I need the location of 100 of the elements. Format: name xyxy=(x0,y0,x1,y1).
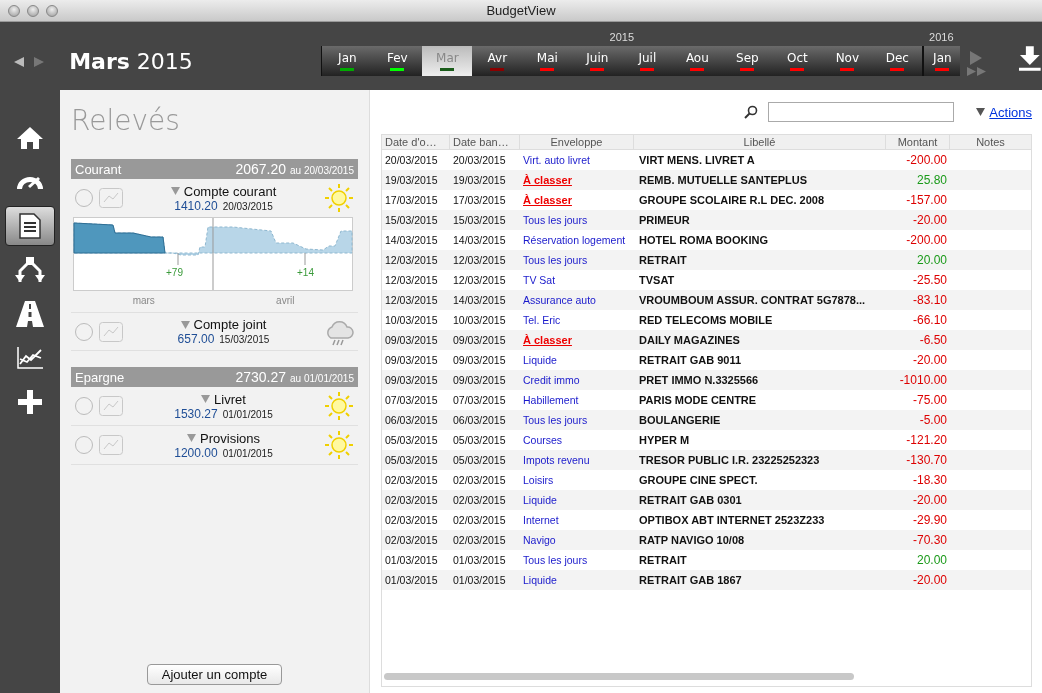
envelope-link[interactable]: Impots revenu xyxy=(523,454,590,466)
sidebar-item[interactable] xyxy=(5,206,55,246)
next-icon[interactable] xyxy=(33,56,45,68)
envelope-link[interactable]: Internet xyxy=(523,514,559,526)
expand-triangle-icon[interactable] xyxy=(201,395,211,403)
table-cell-text: RETRAIT GAB 0301 xyxy=(638,494,743,506)
line-chart-icon xyxy=(17,347,43,369)
envelope-link[interactable]: À classer xyxy=(523,334,572,346)
account-balance: 1410.20 xyxy=(174,198,218,213)
table-cell-text: 02/03/2015 xyxy=(384,494,439,506)
table-cell-text: 02/03/2015 xyxy=(384,514,439,526)
envelope-link[interactable]: Credit immo xyxy=(523,374,580,386)
envelope-link[interactable]: Liquide xyxy=(523,494,557,506)
add-account-button[interactable]: Ajouter un compte xyxy=(146,664,283,685)
envelope-link[interactable]: TV Sat xyxy=(523,274,556,286)
column-header[interactable]: Date ban… xyxy=(450,135,520,149)
table-cell-text: 12/03/2015 xyxy=(384,254,439,266)
month-tab[interactable]: Mai xyxy=(522,46,573,76)
envelope-link[interactable]: À classer xyxy=(523,194,572,206)
road-icon xyxy=(16,301,44,327)
expand-triangle-icon[interactable] xyxy=(170,187,180,195)
graph-toggle-icon[interactable] xyxy=(99,188,123,208)
column-header[interactable]: Enveloppe xyxy=(520,135,634,149)
month-tab[interactable]: Juil xyxy=(622,46,673,76)
column-header[interactable]: Notes xyxy=(950,135,1031,149)
envelope-link[interactable]: Tous les jours xyxy=(523,214,588,226)
account-date: 01/01/2015 xyxy=(222,447,273,459)
expand-triangle-icon[interactable] xyxy=(187,434,196,442)
document-icon xyxy=(19,213,41,239)
amount-cell-text: -5.00 xyxy=(918,413,948,427)
search-field[interactable] xyxy=(768,102,955,122)
envelope-link[interactable]: Courses xyxy=(523,434,563,446)
envelope-link[interactable]: Liquide xyxy=(523,354,557,366)
amount-cell-text: -200.00 xyxy=(905,153,948,167)
scrollbar-thumb[interactable] xyxy=(384,673,854,680)
month-tab[interactable]: Oct xyxy=(772,46,823,76)
table-cell-text: PRIMEUR xyxy=(638,214,691,226)
amount-cell-text: -20.00 xyxy=(911,493,948,507)
month-tab[interactable]: Sep xyxy=(722,46,773,76)
month-tab[interactable]: Dec xyxy=(872,46,923,76)
table-cell-text: OPTIBOX ABT INTERNET 2523Z233 xyxy=(638,514,826,526)
month-tab[interactable]: Avr xyxy=(472,46,523,76)
envelope-link[interactable]: Réservation logement xyxy=(523,234,626,246)
minimize-button[interactable] xyxy=(27,4,39,17)
envelope-link[interactable]: Tous les jours xyxy=(523,554,588,566)
table-cell-text: VROUMBOUM ASSUR. CONTRAT 5G7878... xyxy=(638,294,867,306)
graph-toggle-icon[interactable] xyxy=(99,435,123,455)
previous-icon[interactable] xyxy=(13,56,25,68)
search-icon xyxy=(744,105,759,119)
split-arrows-icon xyxy=(15,257,45,283)
account-balance: 1530.27 xyxy=(174,406,218,421)
expand-triangle-icon[interactable] xyxy=(180,320,190,329)
fast-forward-icon[interactable] xyxy=(966,67,989,76)
actions-link[interactable]: Actions xyxy=(989,104,1032,120)
amount-cell-text: -29.90 xyxy=(911,513,948,527)
month-tab[interactable]: Fev xyxy=(372,46,423,76)
envelope-link[interactable]: À classer xyxy=(523,174,572,186)
graph-marker: +14 xyxy=(297,267,314,278)
amount-cell-text: -25.50 xyxy=(911,273,948,287)
month-tab[interactable]: Jan xyxy=(322,46,373,76)
zoom-button[interactable] xyxy=(46,4,58,17)
amount-cell-text: -130.70 xyxy=(905,453,948,467)
month-tab[interactable]: Aou xyxy=(672,46,723,76)
envelope-link[interactable]: Virt. auto livret xyxy=(523,154,590,166)
group-date: au 01/01/2015 xyxy=(290,373,354,384)
panel-title: Relevés xyxy=(71,103,181,139)
envelope-link[interactable]: Loisirs xyxy=(523,474,554,486)
graph-toggle-icon[interactable] xyxy=(99,396,123,416)
month-tab[interactable]: Nov xyxy=(822,46,873,76)
account-name: Provisions xyxy=(200,430,260,446)
envelope-link[interactable]: Assurance auto xyxy=(523,294,596,306)
table-cell-text: 05/03/2015 xyxy=(452,454,507,466)
envelope-link[interactable]: Tous les jours xyxy=(523,414,588,426)
amount-cell-text: -66.10 xyxy=(911,313,948,327)
table-cell-text: 09/03/2015 xyxy=(452,374,507,386)
table-cell-text: 19/03/2015 xyxy=(384,174,439,186)
amount-cell-text: -121.20 xyxy=(905,433,948,447)
download-icon[interactable] xyxy=(1018,46,1042,72)
group-total: 2730.27 xyxy=(235,369,287,385)
table-cell-text: RATP NAVIGO 10/08 xyxy=(638,534,746,546)
month-tab[interactable]: Jan xyxy=(924,46,961,76)
table-cell-text: 10/03/2015 xyxy=(452,314,507,326)
column-header[interactable]: Montant xyxy=(886,135,950,149)
envelope-link[interactable]: Tous les jours xyxy=(523,254,588,266)
envelope-link[interactable]: Tel. Eric xyxy=(523,314,561,326)
month-tab[interactable]: Juin xyxy=(572,46,623,76)
close-button[interactable] xyxy=(8,4,20,17)
table-cell-text: VIRT MENS. LIVRET A xyxy=(638,154,756,166)
amount-cell-text: -70.30 xyxy=(911,533,948,547)
table-cell-text: REMB. MUTUELLE SANTEPLUS xyxy=(638,174,809,186)
envelope-link[interactable]: Navigo xyxy=(523,534,556,546)
envelope-link[interactable]: Habillement xyxy=(523,394,579,406)
column-header[interactable]: Date d'o… xyxy=(382,135,450,149)
graph-toggle-icon[interactable] xyxy=(99,321,123,342)
group-name: Courant xyxy=(75,162,123,177)
table-cell-text: 02/03/2015 xyxy=(384,534,439,546)
column-header[interactable]: Libellé xyxy=(634,135,886,149)
table-cell-text: 02/03/2015 xyxy=(452,514,507,526)
envelope-link[interactable]: Liquide xyxy=(523,574,557,586)
amount-cell-text: -83.10 xyxy=(911,293,948,307)
